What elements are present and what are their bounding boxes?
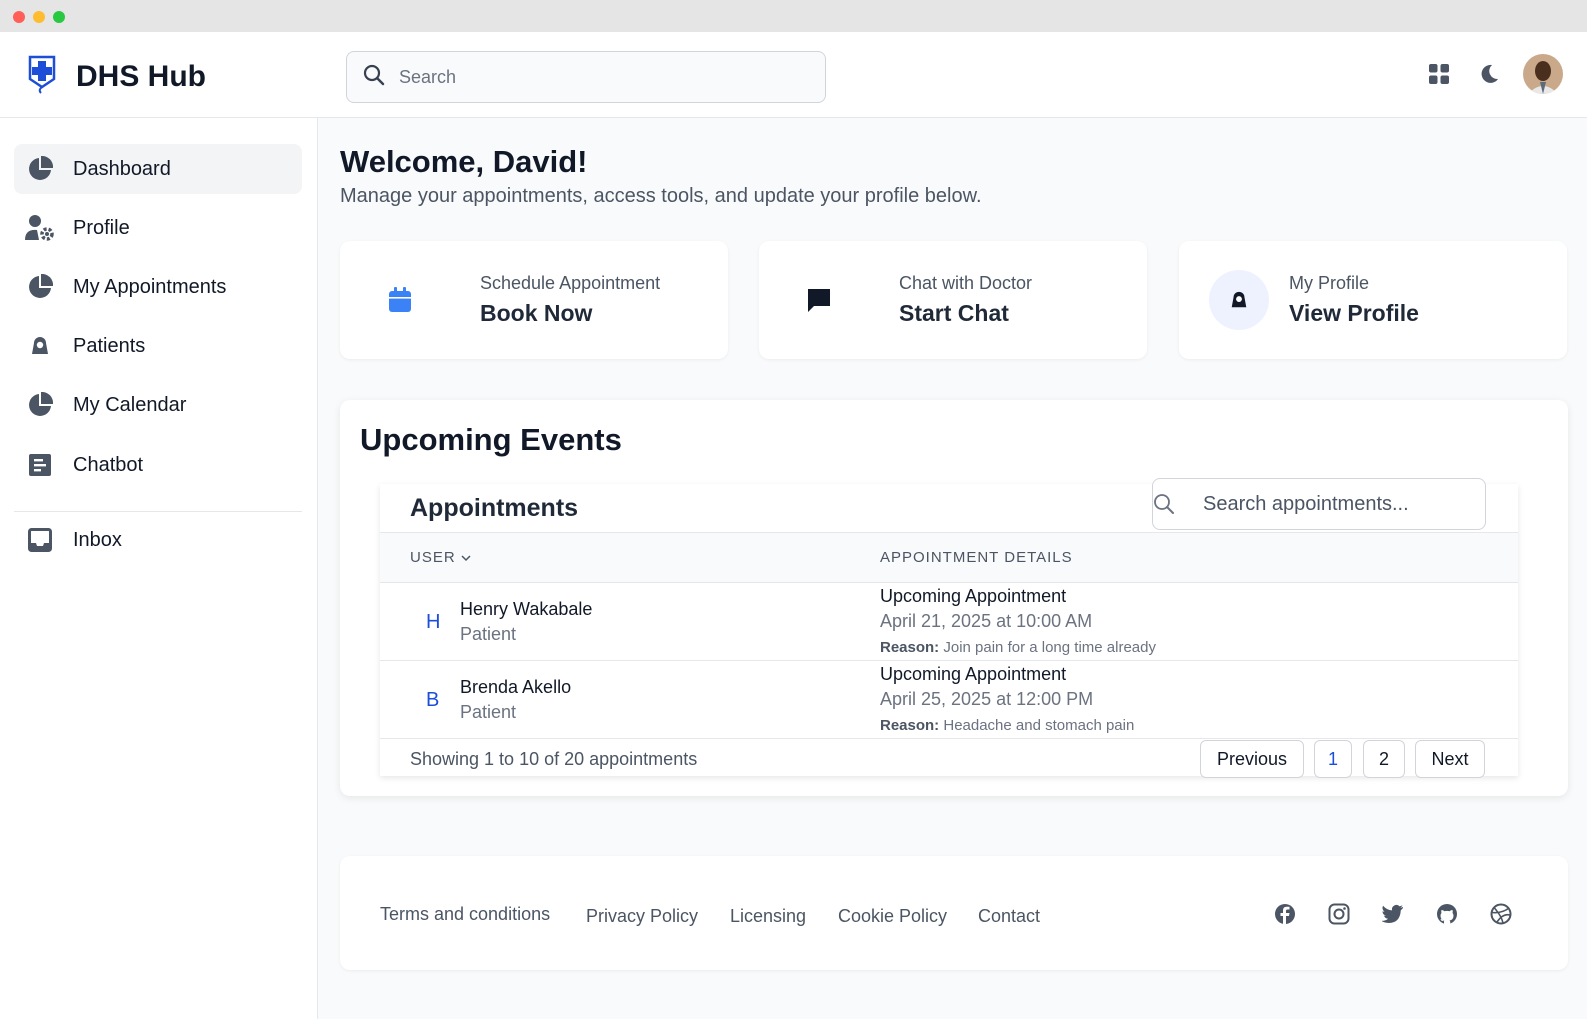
card-label: Chat with Doctor: [899, 273, 1033, 293]
search-input[interactable]: [399, 66, 799, 88]
facebook-icon[interactable]: [1272, 901, 1298, 927]
page-title: Welcome, David!: [340, 144, 588, 179]
previous-page-button[interactable]: Previous: [1200, 740, 1304, 778]
app-title: DHS Hub: [76, 59, 206, 93]
table-row[interactable]: H Henry Wakabale Patient Upcoming Appoin…: [380, 583, 1518, 661]
calendar-icon: [370, 270, 430, 330]
card-label: My Profile: [1289, 273, 1370, 293]
sidebar-divider: [14, 511, 302, 512]
book-now-link[interactable]: Book Now: [480, 300, 660, 327]
user-avatar[interactable]: [1523, 54, 1563, 94]
sidebar-item-label: Patients: [73, 334, 146, 357]
sidebar-item-profile[interactable]: Profile: [14, 203, 302, 253]
schedule-appointment-card[interactable]: Schedule Appointment Book Now: [340, 241, 728, 359]
next-page-button[interactable]: Next: [1415, 740, 1485, 778]
header-actions: [1421, 54, 1563, 94]
user-role: Patient: [460, 702, 517, 722]
window-titlebar: [0, 0, 1587, 32]
user-role: Patient: [460, 624, 517, 644]
document-icon: [25, 450, 55, 480]
page-2-button[interactable]: 2: [1363, 740, 1405, 778]
close-window-button[interactable]: [13, 11, 25, 23]
appointment-reason: Reason: Join pain for a long time alread…: [880, 639, 1156, 656]
moon-icon[interactable]: [1471, 56, 1507, 92]
user-initial: B: [426, 689, 440, 711]
sidebar-item-inbox[interactable]: Inbox: [14, 515, 302, 565]
view-profile-link[interactable]: View Profile: [1289, 300, 1419, 327]
column-details-header: APPOINTMENT DETAILS: [880, 549, 1073, 566]
instagram-icon[interactable]: [1326, 901, 1352, 927]
appointment-date: April 21, 2025 at 10:00 AM: [880, 611, 1093, 631]
search-icon: [363, 64, 385, 91]
dribbble-icon[interactable]: [1488, 901, 1514, 927]
footer-link-cookie[interactable]: Cookie Policy: [838, 906, 947, 927]
start-chat-link[interactable]: Start Chat: [899, 300, 1032, 327]
appointment-date: April 25, 2025 at 12:00 PM: [880, 689, 1094, 709]
sidebar: Dashboard Profile My Appointments Patien…: [0, 118, 318, 1019]
pagination-summary: Showing 1 to 10 of 20 appointments: [410, 749, 698, 769]
user-name: Brenda Akello: [460, 677, 572, 697]
page-1-button[interactable]: 1: [1314, 740, 1352, 778]
footer: Terms and conditions Privacy Policy Lice…: [340, 856, 1568, 970]
appointment-title: Upcoming Appointment: [880, 664, 1067, 684]
user-initial: H: [426, 611, 441, 633]
user-icon: [25, 331, 55, 361]
my-profile-card[interactable]: My Profile View Profile: [1179, 241, 1567, 359]
footer-link-privacy[interactable]: Privacy Policy: [586, 906, 698, 927]
minimize-window-button[interactable]: [33, 11, 45, 23]
footer-link-licensing[interactable]: Licensing: [730, 906, 806, 927]
section-title: Upcoming Events: [360, 422, 622, 457]
sidebar-item-label: Profile: [73, 216, 130, 239]
table-row[interactable]: B Brenda Akello Patient Upcoming Appoint…: [380, 661, 1518, 739]
footer-link-contact[interactable]: Contact: [978, 906, 1040, 927]
sidebar-item-chatbot[interactable]: Chatbot: [14, 440, 302, 490]
inbox-icon: [25, 525, 55, 555]
pie-chart-icon: [25, 272, 55, 302]
footer-link-terms[interactable]: Terms and conditions: [380, 904, 550, 925]
pie-chart-icon: [25, 390, 55, 420]
sidebar-item-label: Dashboard: [73, 157, 171, 180]
user-icon: [1209, 270, 1269, 330]
global-search[interactable]: [346, 51, 826, 103]
appointment-title: Upcoming Appointment: [880, 586, 1067, 606]
chevron-down-icon: [461, 549, 471, 566]
card-label: Schedule Appointment: [480, 273, 661, 293]
table-header: USER APPOINTMENT DETAILS: [380, 532, 1518, 583]
page-subtitle: Manage your appointments, access tools, …: [340, 185, 982, 207]
user-gear-icon: [25, 213, 55, 243]
brand[interactable]: DHS Hub: [26, 54, 206, 99]
medical-cross-icon: [26, 54, 58, 99]
appointment-reason: Reason: Headache and stomach pain: [880, 717, 1135, 734]
pie-chart-icon: [25, 154, 55, 184]
chat-bubble-icon: [789, 270, 849, 330]
sidebar-item-my-appointments[interactable]: My Appointments: [14, 262, 302, 312]
user-name: Henry Wakabale: [460, 599, 593, 619]
search-icon: [1153, 493, 1175, 520]
table-title: Appointments: [410, 494, 579, 522]
appointments-table: Appointments USER APPOINTMENT DETAILS H: [380, 478, 1518, 778]
twitter-icon[interactable]: [1380, 901, 1406, 927]
upcoming-events-panel: Upcoming Events Appointments USER APPOIN…: [340, 400, 1568, 796]
sidebar-item-my-calendar[interactable]: My Calendar: [14, 380, 302, 430]
sidebar-item-label: My Calendar: [73, 393, 187, 416]
apps-grid-icon[interactable]: [1421, 56, 1457, 92]
sidebar-item-dashboard[interactable]: Dashboard: [14, 144, 302, 194]
sidebar-item-label: Chatbot: [73, 453, 144, 476]
zoom-window-button[interactable]: [53, 11, 65, 23]
appointments-search[interactable]: [1152, 478, 1486, 530]
column-user-header[interactable]: USER: [410, 549, 471, 566]
sidebar-item-label: My Appointments: [73, 275, 227, 298]
chat-with-doctor-card[interactable]: Chat with Doctor Start Chat: [759, 241, 1147, 359]
sidebar-item-label: Inbox: [73, 528, 122, 551]
appointments-search-input[interactable]: [1203, 492, 1483, 516]
sidebar-item-patients[interactable]: Patients: [14, 321, 302, 371]
github-icon[interactable]: [1434, 901, 1460, 927]
top-navbar: DHS Hub: [0, 32, 1587, 118]
